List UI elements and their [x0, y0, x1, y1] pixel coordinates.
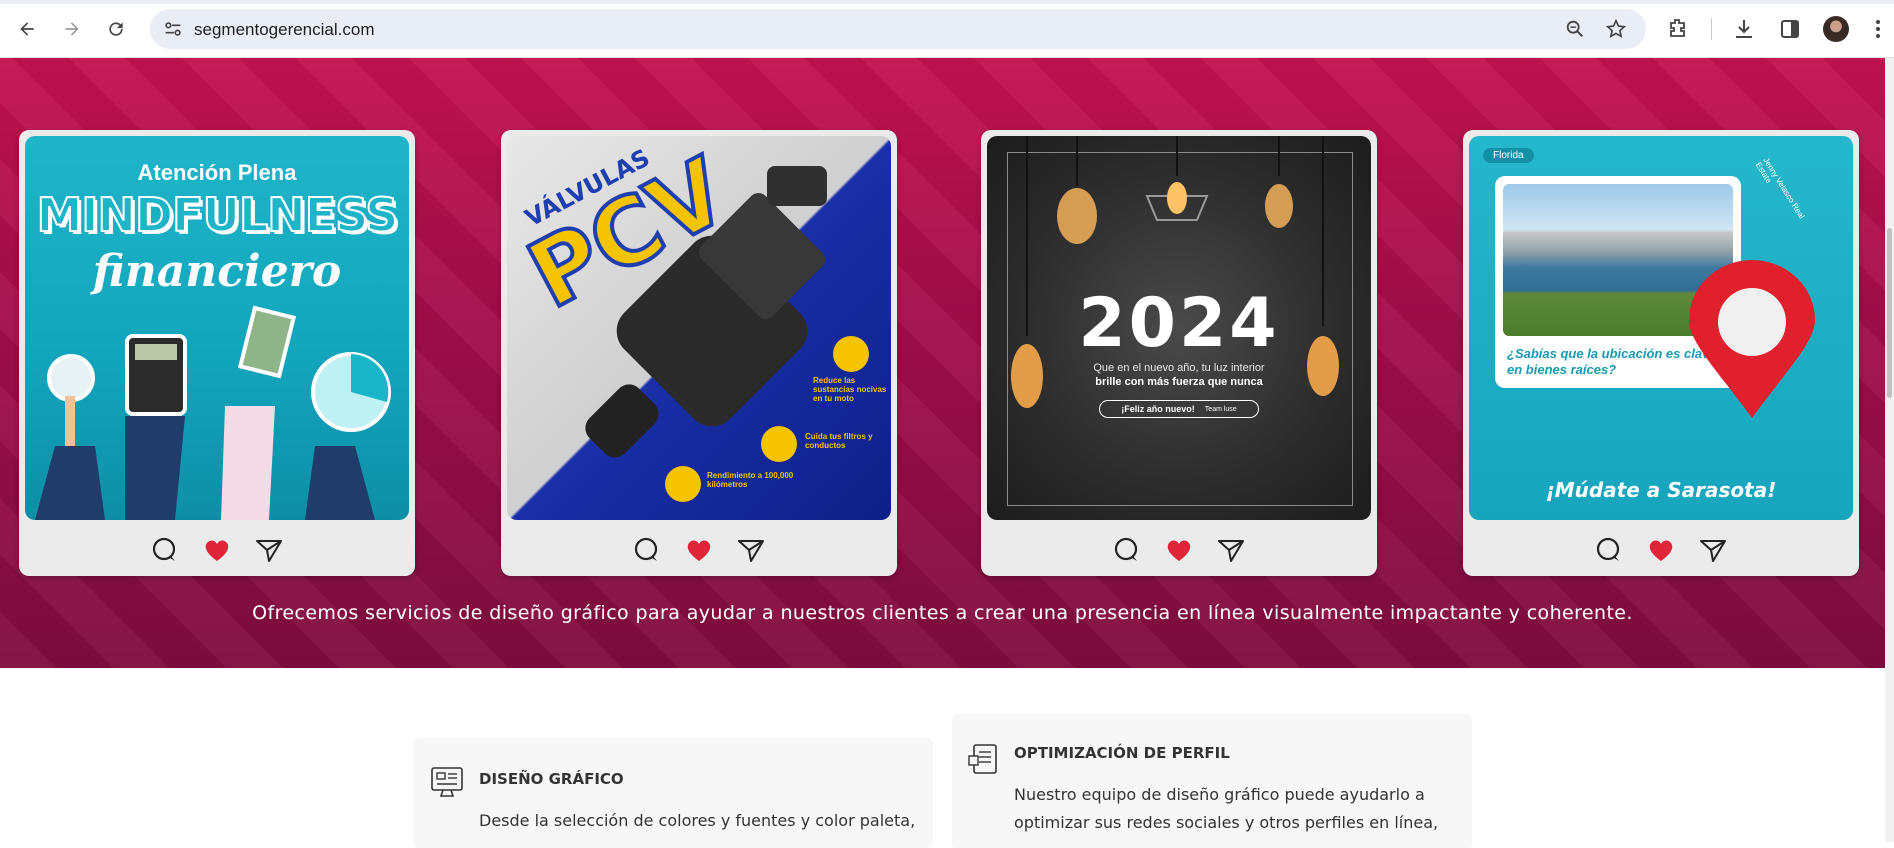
service-text-line: Nuestro equipo de diseño gráfico puede a… — [1014, 785, 1425, 804]
post-line: Que en el nuevo año, tu luz interior — [1093, 362, 1265, 374]
post-actions — [501, 532, 897, 568]
feature-icon — [761, 426, 797, 462]
signature-text: Team luse — [1204, 405, 1237, 413]
tab-strip-edge — [0, 0, 1894, 4]
greeting-text: ¡Feliz año nuevo! — [1121, 404, 1195, 414]
location-pin-icon — [1689, 260, 1815, 418]
page-scrollbar-track[interactable] — [1885, 58, 1894, 842]
side-panel-icon[interactable] — [1778, 17, 1802, 41]
design-icon — [431, 767, 463, 797]
feature-icon — [665, 466, 701, 502]
share-icon[interactable] — [736, 535, 766, 565]
share-icon[interactable] — [1216, 535, 1246, 565]
share-icon[interactable] — [254, 535, 284, 565]
site-settings-icon[interactable] — [162, 18, 184, 40]
post-image-pcv: VÁLVULAS PCV Reduce las sustancias nociv… — [507, 136, 891, 520]
star-icon[interactable] — [1605, 18, 1627, 40]
service-title: DISEÑO GRÁFICO — [479, 770, 624, 788]
extensions-icon[interactable] — [1666, 17, 1690, 41]
post-line: brille con más fuerza que nunca — [1095, 376, 1263, 388]
feature-text: Rendimiento a 100,000 kilómetros — [707, 471, 794, 489]
post-cta: ¡Múdate a Sarasota! — [1545, 478, 1777, 502]
service-text: Desde la selección de colores y fuentes … — [479, 811, 916, 830]
location-tag: Florida — [1483, 148, 1534, 163]
address-bar[interactable]: segmentogerencial.com — [150, 9, 1646, 49]
portfolio-hero: Atención Plena MINDFULNESS financiero VÁ… — [0, 58, 1885, 668]
heart-icon[interactable] — [202, 535, 232, 565]
forward-button[interactable] — [55, 12, 89, 46]
downloads-icon[interactable] — [1732, 17, 1756, 41]
hero-tagline: Ofrecemos servicios de diseño gráfico pa… — [252, 602, 1633, 624]
zoom-icon[interactable] — [1564, 18, 1586, 40]
feature-text: Cuida tus filtros y conductos — [805, 432, 873, 450]
post-image-mindfulness: Atención Plena MINDFULNESS financiero — [25, 136, 409, 520]
comment-icon[interactable] — [1112, 535, 1142, 565]
comment-icon[interactable] — [150, 535, 180, 565]
comment-icon[interactable] — [632, 535, 662, 565]
post-actions — [981, 532, 1377, 568]
brand-text: Jenny Velasco Real Estate — [1753, 156, 1807, 221]
post-actions — [19, 532, 415, 568]
toolbar-divider — [1711, 18, 1712, 40]
comment-icon[interactable] — [1594, 535, 1624, 565]
back-button[interactable] — [10, 12, 44, 46]
post-subtitle: financiero — [92, 246, 342, 297]
post-title: 2024 — [1078, 284, 1280, 363]
post-image-sarasota: Florida Jenny Velasco Real Estate ¿Sabía… — [1469, 136, 1853, 520]
hands-illustration — [35, 305, 391, 520]
post-actions — [1463, 532, 1859, 568]
profile-avatar[interactable] — [1823, 16, 1849, 42]
heart-icon[interactable] — [684, 535, 714, 565]
page-scrollbar-thumb[interactable] — [1887, 228, 1892, 398]
post-kicker: Atención Plena — [137, 160, 297, 185]
heart-icon[interactable] — [1164, 535, 1194, 565]
service-title: OPTIMIZACIÓN DE PERFIL — [1014, 744, 1230, 762]
share-icon[interactable] — [1698, 535, 1728, 565]
url-text[interactable]: segmentogerencial.com — [194, 20, 374, 40]
service-text-line: optimizar sus redes sociales y otros per… — [1014, 813, 1439, 832]
post-title: MINDFULNESS — [36, 187, 400, 243]
service-card-diseno: DISEÑO GRÁFICO Desde la selección de col… — [413, 738, 933, 848]
menu-icon[interactable] — [1866, 17, 1890, 41]
feature-icon — [833, 336, 869, 372]
post-image-2024: 2024 Que en el nuevo año, tu luz interio… — [987, 136, 1371, 520]
post-card-mindfulness[interactable]: Atención Plena MINDFULNESS financiero — [19, 130, 415, 576]
profile-document-icon — [968, 744, 997, 774]
browser-toolbar: segmentogerencial.com — [0, 0, 1894, 58]
forward-icon — [65, 22, 79, 36]
post-card-pcv[interactable]: VÁLVULAS PCV Reduce las sustancias nociv… — [501, 130, 897, 576]
post-card-2024[interactable]: 2024 Que en el nuevo año, tu luz interio… — [981, 130, 1377, 576]
back-icon — [20, 22, 34, 36]
feature-text: Reduce las sustancias nocivas en tu moto — [813, 376, 887, 403]
heart-icon[interactable] — [1646, 535, 1676, 565]
post-card-sarasota[interactable]: Florida Jenny Velasco Real Estate ¿Sabía… — [1463, 130, 1859, 576]
reload-icon — [109, 22, 123, 36]
greeting-pill: ¡Feliz año nuevo! Team luse — [1099, 400, 1259, 418]
service-card-optimizacion: OPTIMIZACIÓN DE PERFIL Nuestro equipo de… — [952, 714, 1472, 848]
reload-button[interactable] — [99, 12, 133, 46]
